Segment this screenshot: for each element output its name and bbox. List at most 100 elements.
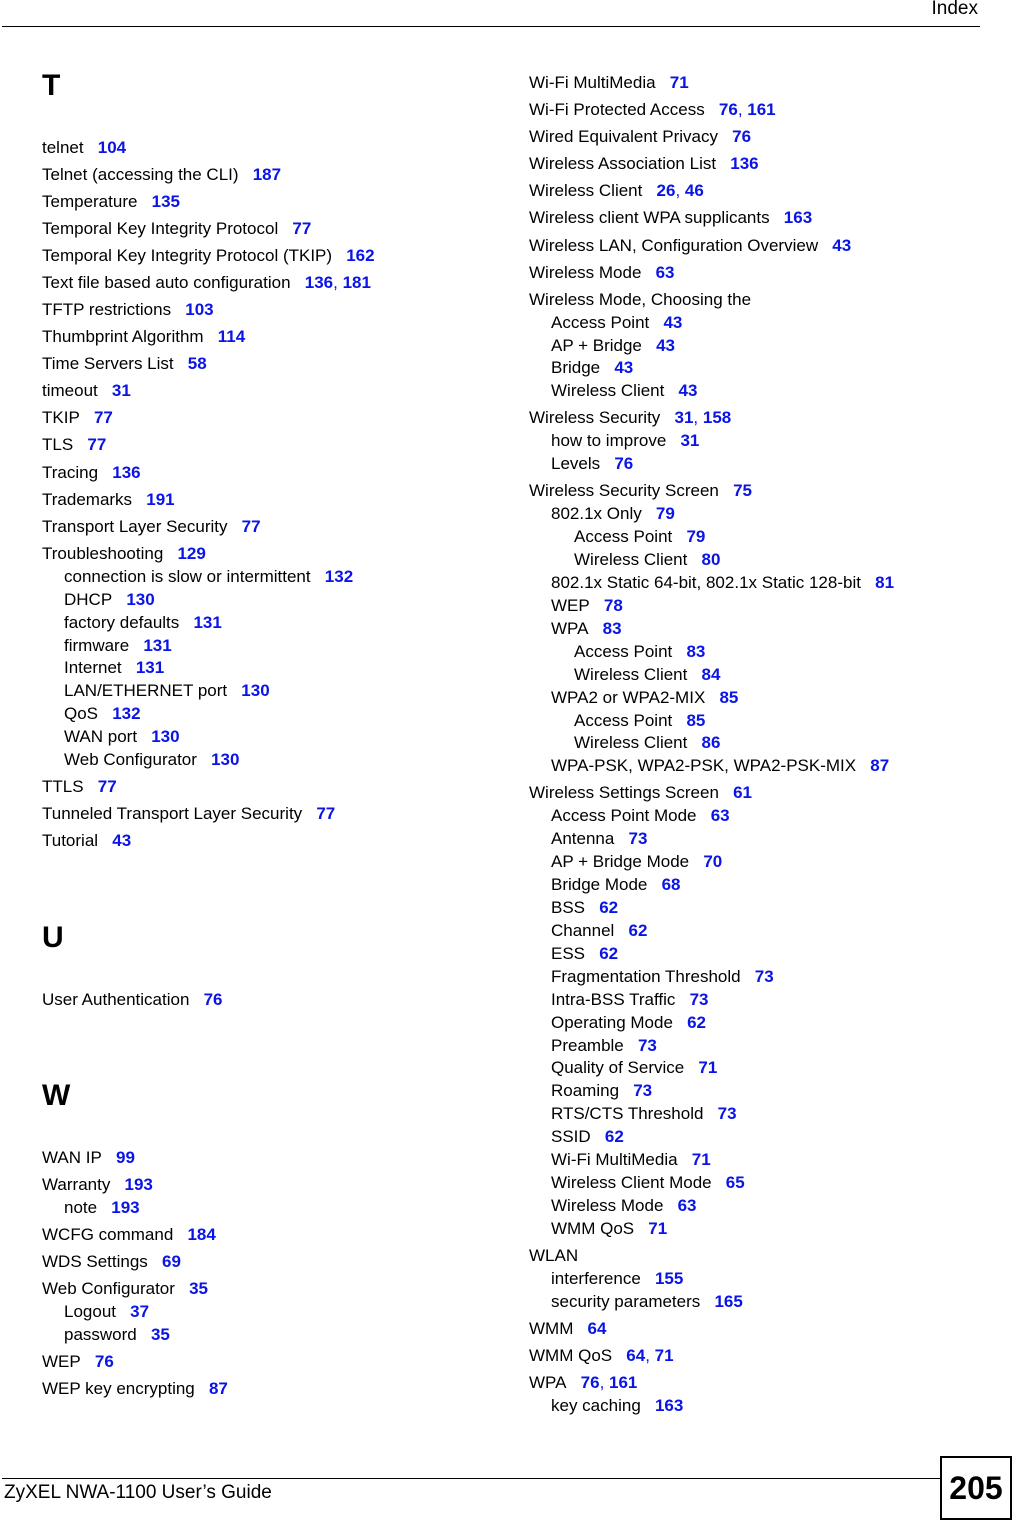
page-ref-link[interactable]: 129 xyxy=(177,544,205,563)
page-ref-link[interactable]: 61 xyxy=(733,783,752,802)
page-ref-link[interactable]: 77 xyxy=(94,408,113,427)
page-ref-link[interactable]: 58 xyxy=(188,354,207,373)
page-ref-link[interactable]: 130 xyxy=(211,750,239,769)
page-ref-link[interactable]: 68 xyxy=(662,875,681,894)
page-ref-link[interactable]: 73 xyxy=(718,1104,737,1123)
page-ref-link[interactable]: 161 xyxy=(747,100,775,119)
page-ref-link[interactable]: 130 xyxy=(241,681,269,700)
page-ref-link[interactable]: 187 xyxy=(253,165,281,184)
page-ref-link[interactable]: 163 xyxy=(655,1396,683,1415)
page-ref-link[interactable]: 77 xyxy=(316,804,335,823)
page-ref-link[interactable]: 76 xyxy=(614,454,633,473)
page-ref-link[interactable]: 103 xyxy=(185,300,213,319)
page-ref-link[interactable]: 86 xyxy=(702,733,721,752)
page-ref-link[interactable]: 70 xyxy=(703,852,722,871)
page-ref-link[interactable]: 76 xyxy=(204,990,223,1009)
page-ref-link[interactable]: 76 xyxy=(732,127,751,146)
page-ref-link[interactable]: 77 xyxy=(242,517,261,536)
page-ref-link[interactable]: 71 xyxy=(655,1346,674,1365)
index-term: WLAN xyxy=(529,1246,579,1265)
page-ref-link[interactable]: 87 xyxy=(870,756,889,775)
page-ref-link[interactable]: 76 xyxy=(719,100,738,119)
page-ref-link[interactable]: 165 xyxy=(714,1292,742,1311)
page-ref-link[interactable]: 136 xyxy=(730,154,758,173)
page-ref-link[interactable]: 43 xyxy=(832,236,851,255)
page-ref-link[interactable]: 104 xyxy=(98,138,126,157)
page-ref-link[interactable]: 37 xyxy=(130,1302,149,1321)
page-ref-link[interactable]: 114 xyxy=(218,327,245,346)
page-ref-link[interactable]: 80 xyxy=(702,550,721,569)
page-ref-link[interactable]: 77 xyxy=(87,435,106,454)
page-ref-link[interactable]: 76 xyxy=(581,1373,600,1392)
page-ref-link[interactable]: 83 xyxy=(686,642,705,661)
page-ref-link[interactable]: 62 xyxy=(599,944,618,963)
page-ref-link[interactable]: 35 xyxy=(151,1325,170,1344)
page-ref-link[interactable]: 35 xyxy=(189,1279,208,1298)
page-ref-link[interactable]: 31 xyxy=(112,381,131,400)
page-ref-link[interactable]: 161 xyxy=(609,1373,637,1392)
page-ref-link[interactable]: 62 xyxy=(599,898,618,917)
page-ref-link[interactable]: 64 xyxy=(626,1346,645,1365)
page-ref-link[interactable]: 31 xyxy=(674,408,693,427)
page-ref-link[interactable]: 130 xyxy=(151,727,179,746)
page-ref-link[interactable]: 73 xyxy=(638,1036,657,1055)
page-ref-link[interactable]: 62 xyxy=(605,1127,624,1146)
page-ref-link[interactable]: 158 xyxy=(703,408,731,427)
page-ref-link[interactable]: 78 xyxy=(604,596,623,615)
page-ref-link[interactable]: 131 xyxy=(193,613,221,632)
page-ref-link[interactable]: 135 xyxy=(152,192,180,211)
page-ref-link[interactable]: 43 xyxy=(112,831,131,850)
page-ref-link[interactable]: 73 xyxy=(633,1081,652,1100)
page-ref-link[interactable]: 163 xyxy=(784,208,812,227)
page-ref-link[interactable]: 83 xyxy=(603,619,622,638)
page-ref-link[interactable]: 46 xyxy=(685,181,704,200)
page-ref-link[interactable]: 76 xyxy=(95,1352,114,1371)
page-ref-link[interactable]: 99 xyxy=(116,1148,135,1167)
page-ref-link[interactable]: 193 xyxy=(125,1175,153,1194)
page-ref-link[interactable]: 131 xyxy=(143,636,171,655)
page-ref-link[interactable]: 62 xyxy=(687,1013,706,1032)
page-ref-link[interactable]: 87 xyxy=(209,1379,228,1398)
page-ref-link[interactable]: 79 xyxy=(656,504,675,523)
page-ref-link[interactable]: 81 xyxy=(875,573,894,592)
page-ref-link[interactable]: 136 xyxy=(112,463,140,482)
page-ref-link[interactable]: 71 xyxy=(698,1058,717,1077)
page-ref-link[interactable]: 63 xyxy=(711,806,730,825)
page-ref-link[interactable]: 130 xyxy=(126,590,154,609)
page-ref-link[interactable]: 63 xyxy=(678,1196,697,1215)
page-ref-link[interactable]: 132 xyxy=(112,704,140,723)
page-ref-link[interactable]: 65 xyxy=(726,1173,745,1192)
page-ref-link[interactable]: 181 xyxy=(343,273,371,292)
page-ref-link[interactable]: 71 xyxy=(648,1219,667,1238)
page-ref-link[interactable]: 193 xyxy=(111,1198,139,1217)
page-ref-link[interactable]: 85 xyxy=(719,688,738,707)
page-ref-link[interactable]: 162 xyxy=(346,246,374,265)
page-ref-link[interactable]: 184 xyxy=(187,1225,215,1244)
page-ref-link[interactable]: 73 xyxy=(629,829,648,848)
page-ref-link[interactable]: 77 xyxy=(292,219,311,238)
page-ref-link[interactable]: 155 xyxy=(655,1269,683,1288)
page-ref-link[interactable]: 79 xyxy=(686,527,705,546)
page-ref-link[interactable]: 69 xyxy=(162,1252,181,1271)
page-ref-link[interactable]: 26 xyxy=(657,181,676,200)
page-ref-link[interactable]: 84 xyxy=(702,665,721,684)
page-ref-link[interactable]: 136 xyxy=(305,273,333,292)
page-ref-link[interactable]: 62 xyxy=(629,921,648,940)
page-ref-link[interactable]: 43 xyxy=(656,336,675,355)
page-ref-link[interactable]: 77 xyxy=(98,777,117,796)
page-ref-link[interactable]: 64 xyxy=(588,1319,607,1338)
page-ref-link[interactable]: 43 xyxy=(663,313,682,332)
page-ref-link[interactable]: 132 xyxy=(325,567,353,586)
page-ref-link[interactable]: 85 xyxy=(686,711,705,730)
page-ref-link[interactable]: 75 xyxy=(733,481,752,500)
page-ref-link[interactable]: 31 xyxy=(680,431,699,450)
page-ref-link[interactable]: 43 xyxy=(679,381,698,400)
page-ref-link[interactable]: 73 xyxy=(690,990,709,1009)
page-ref-link[interactable]: 131 xyxy=(136,658,164,677)
page-ref-link[interactable]: 73 xyxy=(755,967,774,986)
page-ref-link[interactable]: 71 xyxy=(692,1150,711,1169)
page-ref-link[interactable]: 43 xyxy=(614,358,633,377)
page-ref-link[interactable]: 71 xyxy=(670,73,689,92)
page-ref-link[interactable]: 191 xyxy=(146,490,174,509)
page-ref-link[interactable]: 63 xyxy=(656,263,675,282)
